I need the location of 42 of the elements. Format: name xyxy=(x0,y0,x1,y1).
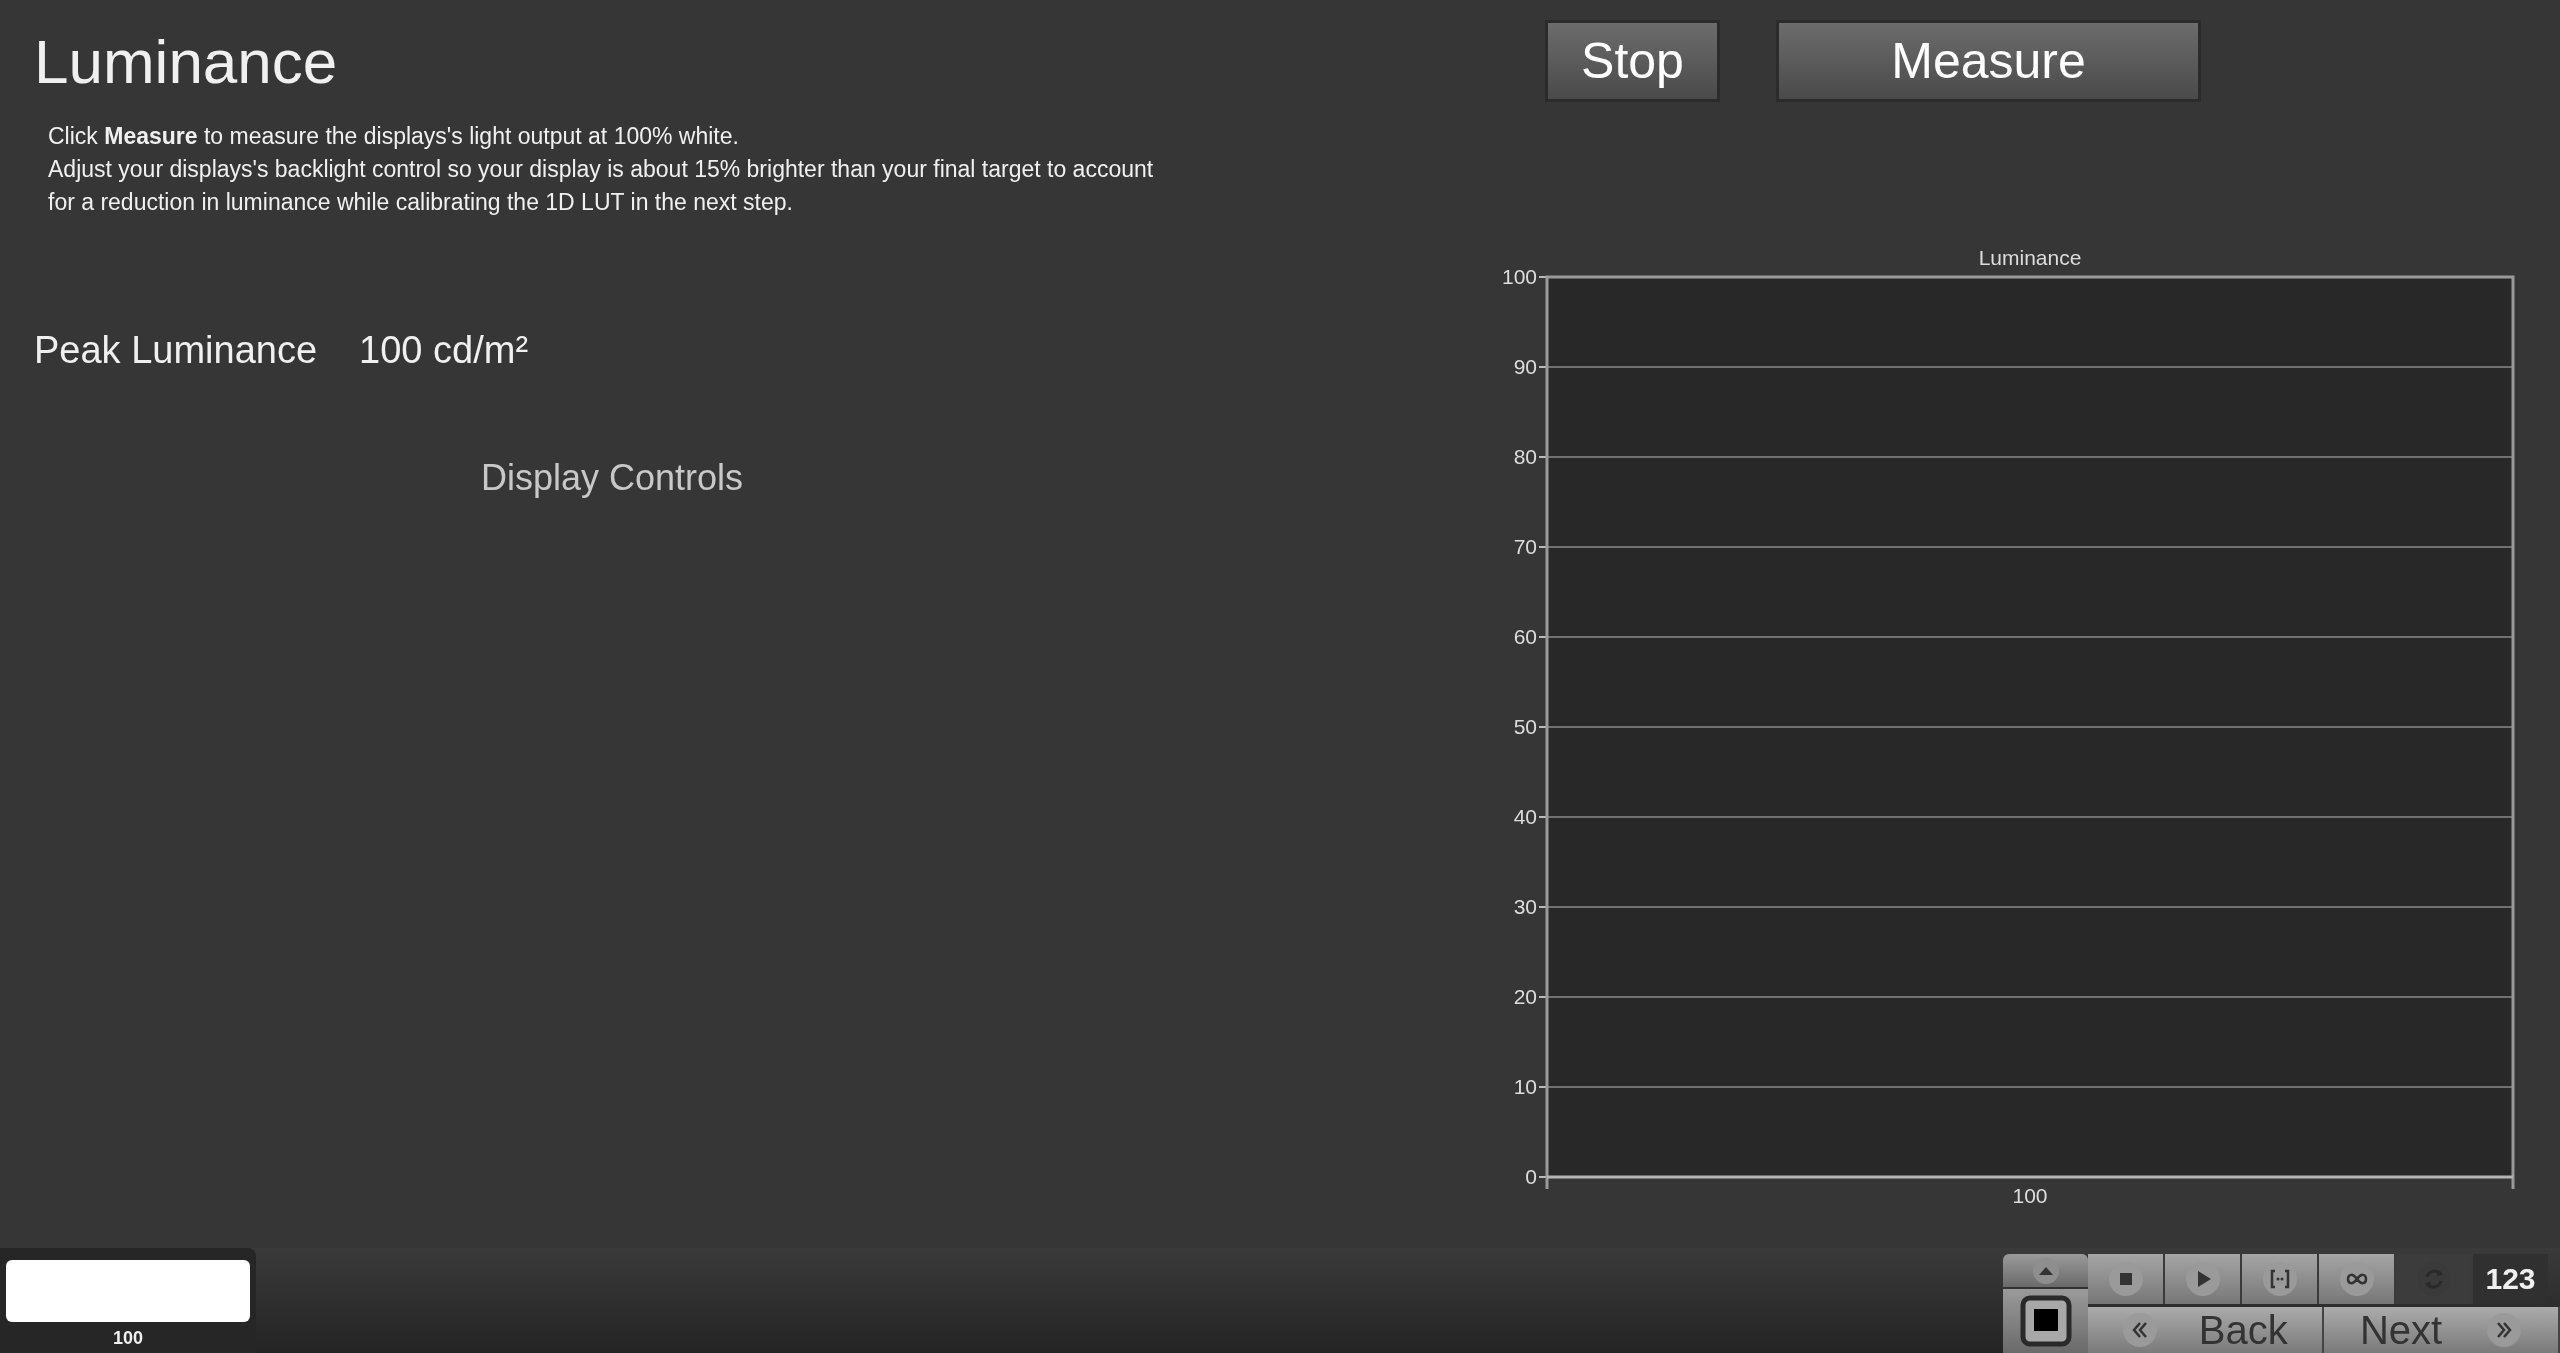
y-tick xyxy=(1538,366,1548,368)
y-tick-label: 20 xyxy=(1513,985,1537,1008)
y-tick xyxy=(1538,1086,1548,1088)
chart-title: Luminance xyxy=(1978,246,2082,269)
y-tick-label: 30 xyxy=(1513,895,1537,918)
back-button[interactable]: Back xyxy=(2088,1307,2324,1353)
play-button[interactable] xyxy=(2165,1254,2242,1304)
y-tick xyxy=(1538,816,1548,818)
y-tick-label: 10 xyxy=(1513,1075,1537,1098)
stop-square-icon xyxy=(2019,1295,2072,1347)
y-tick-label: 0 xyxy=(1525,1165,1537,1188)
y-tick xyxy=(1538,906,1548,908)
y-tick-label: 60 xyxy=(1513,625,1537,648)
y-tick xyxy=(1538,1176,1548,1178)
y-tick xyxy=(1538,276,1548,278)
y-tick xyxy=(1538,636,1548,638)
next-button[interactable]: Next xyxy=(2324,1307,2560,1353)
y-tick-label: 70 xyxy=(1513,535,1537,558)
y-tick-label: 90 xyxy=(1513,355,1537,378)
y-tick xyxy=(1538,726,1548,728)
y-tick xyxy=(1538,996,1548,998)
instruction-text: Adjust your displays's backlight control so your display is about 15% brighter than your final target to account for a reduction in luminance while calibrating the 1D LUT in the next step. xyxy=(48,155,1155,217)
y-tick-label: 50 xyxy=(1513,715,1537,738)
stop-button[interactable] xyxy=(2088,1254,2165,1304)
bracket-button[interactable] xyxy=(2242,1254,2319,1304)
peak-luminance-label: Peak Luminance xyxy=(34,329,318,372)
swatch-label: 100 xyxy=(112,1328,143,1349)
display-controls-heading: Display Controls xyxy=(481,457,744,498)
y-tick-label: 80 xyxy=(1513,445,1537,468)
measure-button[interactable]: Measure xyxy=(1776,20,2201,102)
loop-button[interactable] xyxy=(2319,1254,2396,1304)
instruction-text: Click Measure to measure the displays's light output at 100% white. xyxy=(48,122,740,151)
y-tick-label: 100 xyxy=(1501,265,1537,288)
stop-toggle-button[interactable] xyxy=(2003,1289,2088,1353)
x-tick-label: 100 xyxy=(2012,1184,2048,1207)
page-title: Luminance xyxy=(34,26,339,98)
stop-button[interactable]: Stop xyxy=(1545,20,1720,102)
y-tick xyxy=(1538,456,1548,458)
y-tick-label: 40 xyxy=(1513,805,1537,828)
y-tick xyxy=(1538,546,1548,548)
collapse-button[interactable] xyxy=(2003,1254,2088,1287)
peak-luminance-value: 100 cd/m² xyxy=(359,329,529,372)
